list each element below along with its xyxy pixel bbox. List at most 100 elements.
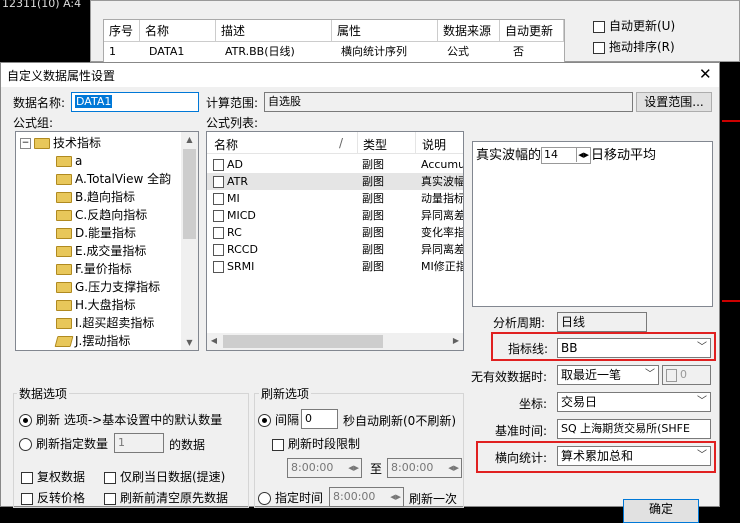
- indicator-line-select[interactable]: BB ﹀: [557, 338, 711, 358]
- formula-row[interactable]: RC 副图 变化率指: [207, 224, 463, 241]
- tree-item[interactable]: J.摆动指标: [54, 332, 131, 350]
- bg-cell-name: DATA1: [149, 45, 185, 58]
- data-name-field[interactable]: DATA1: [71, 92, 199, 112]
- bg-autoupdate-label: 自动更新(U): [609, 19, 676, 33]
- tree-item-label: a: [75, 154, 83, 168]
- data-options-title: 数据选项: [17, 385, 70, 402]
- tree-item[interactable]: a: [56, 152, 82, 170]
- bg-dragsort-checkbox[interactable]: 拖动排序(R): [593, 38, 675, 55]
- horizontal-stat-select[interactable]: 算术累加总和 ﹀: [557, 446, 711, 466]
- spinner-arrows-icon: ◀▶: [448, 464, 459, 472]
- formula-doc-icon: [213, 244, 224, 256]
- interval-radio[interactable]: 间隔: [258, 411, 299, 428]
- custom-data-properties-dialog: 自定义数据属性设置 ✕ 数据名称: DATA1 计算范围: 自选股 设置范围..…: [0, 62, 720, 523]
- bg-col-name: 名称: [140, 20, 216, 42]
- formula-row[interactable]: MI 副图 动量指标: [207, 190, 463, 207]
- reverse-price-checkbox[interactable]: 反转价格: [21, 489, 85, 506]
- formula-doc-icon: [213, 193, 224, 205]
- formula-row[interactable]: RCCD 副图 异同离差: [207, 241, 463, 258]
- formula-group-label: 公式组:: [13, 116, 54, 130]
- calc-range-label: 计算范围:: [206, 96, 259, 110]
- data-name-label: 数据名称:: [13, 96, 66, 110]
- chevron-down-icon: ﹀: [697, 450, 707, 461]
- set-range-button[interactable]: 设置范围...: [636, 92, 712, 112]
- tree-item[interactable]: H.大盘指标: [56, 296, 136, 314]
- formula-row[interactable]: AD 副图 Accumul: [207, 156, 463, 173]
- col-desc-header[interactable]: 说明: [422, 136, 446, 153]
- clear-before-refresh-checkbox[interactable]: 刷新前清空原先数据: [104, 489, 228, 506]
- clear-before-refresh-label: 刷新前清空原先数据: [120, 491, 229, 505]
- bg-autoupdate-checkbox[interactable]: 自动更新(U): [593, 17, 675, 34]
- formula-doc-icon: [213, 159, 224, 171]
- scrollbar-thumb[interactable]: [223, 335, 383, 348]
- formula-list-hscrollbar[interactable]: ◀ ▶: [207, 333, 463, 350]
- adjusted-data-checkbox[interactable]: 复权数据: [21, 468, 85, 485]
- interval-field[interactable]: 0: [301, 409, 338, 429]
- param-text-after: 日移动平均: [591, 148, 657, 163]
- background-chart-label: 12311(10) A:4: [2, 0, 82, 10]
- refresh-default-label: 刷新 选项->基本设置中的默认数量: [36, 413, 223, 427]
- formula-table-header: 名称 / 类型 说明: [207, 132, 463, 154]
- today-only-checkbox[interactable]: 仅刷当日数据(提速): [104, 468, 225, 485]
- col-name-header[interactable]: 名称: [214, 136, 238, 153]
- interval-label: 间隔: [275, 413, 300, 427]
- formula-list-label: 公式列表:: [206, 116, 259, 130]
- tree-item[interactable]: E.成交量指标: [56, 242, 146, 260]
- folder-icon: [56, 156, 72, 167]
- axis-select[interactable]: 交易日 ﹀: [557, 392, 711, 412]
- ok-button[interactable]: 确定: [623, 499, 699, 523]
- tree-item-label: H.大盘指标: [75, 298, 136, 312]
- to-time-field: 8:00:00 ◀▶: [387, 458, 462, 478]
- scrollbar-thumb[interactable]: [183, 149, 196, 239]
- refresh-count-radio[interactable]: 刷新指定数量: [19, 435, 108, 452]
- formula-list-table[interactable]: 名称 / 类型 说明 AD 副图 Accumul ATR 副图 真实波幅 MI …: [206, 131, 464, 351]
- tree-item[interactable]: C.反趋向指标: [56, 206, 147, 224]
- param-value: 14: [544, 148, 559, 161]
- tree-item-label: J.摆动指标: [75, 334, 131, 348]
- open-folder-icon: [54, 336, 74, 347]
- tree-item-label: E.成交量指标: [75, 244, 147, 258]
- tree-root-technical-indicators[interactable]: − 技术指标: [20, 134, 101, 152]
- formula-doc-icon: [213, 210, 224, 222]
- invalid-data-number-field: 0: [662, 365, 711, 385]
- base-time-select[interactable]: SQ 上海期货交易所(SHFE: [557, 419, 711, 439]
- dialog-title: 自定义数据属性设置: [7, 69, 116, 83]
- formula-row-selected[interactable]: ATR 副图 真实波幅: [207, 173, 463, 190]
- tree-collapse-icon[interactable]: −: [20, 138, 31, 149]
- tree-scrollbar[interactable]: ▲ ▼: [181, 132, 198, 350]
- tree-item[interactable]: A.TotalView 全韵: [56, 170, 171, 188]
- tree-item[interactable]: F.量价指标: [56, 260, 132, 278]
- dialog-titlebar: 自定义数据属性设置 ✕: [1, 63, 719, 87]
- fixed-time-radio[interactable]: 指定时间: [258, 489, 323, 506]
- axis-label: 坐标:: [519, 397, 548, 411]
- bg-col-autoupdate: 自动更新: [500, 20, 564, 42]
- time-limit-checkbox[interactable]: 刷新时段限制: [272, 435, 360, 452]
- tree-item[interactable]: D.能量指标: [56, 224, 136, 242]
- formula-row[interactable]: MICD 副图 异同离差: [207, 207, 463, 224]
- folder-icon: [56, 246, 72, 257]
- tree-item[interactable]: G.压力支撑指标: [56, 278, 160, 296]
- spinner-arrows-icon[interactable]: ◀▶: [576, 148, 590, 162]
- tree-item[interactable]: B.趋向指标: [56, 188, 135, 206]
- formula-row[interactable]: SRMI 副图 MI修正指: [207, 258, 463, 275]
- tree-item-label: B.趋向指标: [75, 190, 136, 204]
- invalid-data-select[interactable]: 取最近一笔 ﹀: [557, 365, 659, 385]
- today-only-label: 仅刷当日数据(提速): [120, 470, 226, 484]
- param-spinner[interactable]: 14 ◀▶: [541, 147, 592, 164]
- background-chart-line: [722, 300, 740, 302]
- refresh-once-label: 刷新一次: [409, 492, 458, 506]
- chevron-down-icon: ﹀: [645, 369, 655, 380]
- folder-icon: [56, 174, 72, 185]
- tree-item-label: A.TotalView 全韵: [75, 172, 172, 186]
- to-label: 至: [370, 462, 383, 476]
- close-icon[interactable]: ✕: [699, 65, 712, 83]
- col-type-header[interactable]: 类型: [363, 136, 387, 153]
- background-data-table: 序号 名称 描述 属性 数据来源 自动更新 1 DATA1 ATR.BB(日线)…: [103, 19, 565, 63]
- mini-checkbox[interactable]: [666, 368, 677, 382]
- sort-indicator: /: [339, 136, 344, 150]
- param-text: 真实波幅的 14 ◀▶ 日移动平均: [476, 144, 656, 164]
- refresh-default-radio[interactable]: 刷新 选项->基本设置中的默认数量: [19, 411, 222, 428]
- formula-group-tree[interactable]: − 技术指标 a A.TotalView 全韵 B.趋向指标 C.反趋向指标 D.…: [15, 131, 199, 351]
- tree-item[interactable]: I.超买超卖指标: [56, 314, 154, 332]
- time-limit-label: 刷新时段限制: [288, 437, 361, 451]
